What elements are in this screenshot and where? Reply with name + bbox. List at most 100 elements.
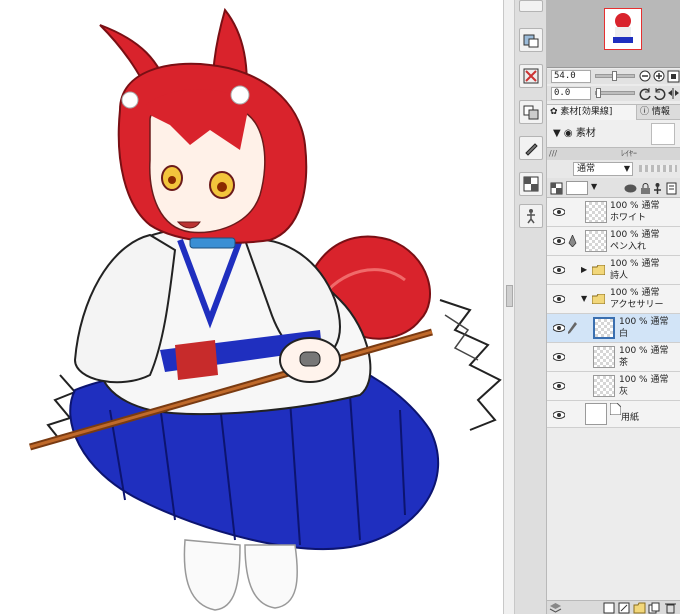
navigator-thumbnail[interactable] (604, 8, 642, 50)
layer-name: 灰 (619, 387, 629, 397)
layer-thumbnail (585, 201, 607, 223)
tab-info[interactable]: ⓘ 情報 (637, 105, 680, 120)
eye-icon[interactable] (553, 266, 565, 274)
transparency-lock-icon[interactable] (550, 182, 563, 195)
pen-icon (568, 235, 577, 247)
eye-icon[interactable] (553, 295, 565, 303)
navigator-preview[interactable] (547, 0, 680, 68)
layer-color-select[interactable] (566, 181, 588, 195)
canvas-vertical-scrollbar[interactable] (503, 0, 515, 614)
zoom-slider-knob[interactable] (612, 71, 617, 81)
sub-tool-detail-icon[interactable] (519, 64, 543, 88)
layer-opacity-mode: 100 % 通常 (619, 375, 669, 385)
rotate-value-field[interactable]: 0.0 (551, 87, 591, 100)
zoom-slider[interactable] (595, 71, 635, 81)
new-raster-layer-icon[interactable] (603, 602, 616, 614)
fit-screen-icon[interactable] (667, 70, 680, 83)
scrollbar-thumb[interactable] (506, 285, 513, 307)
right-panel: 54.0 0.0 ✿ 素材[効果線] ⓘ 情報 ▼ ◉ 素材 /// ﾚｲﾔｰ … (547, 0, 680, 614)
flip-horizontal-icon[interactable] (667, 87, 680, 100)
chevron-down-icon[interactable]: ▼ (553, 128, 561, 139)
chevron-down-icon: ▼ (623, 164, 630, 173)
layer-row[interactable]: 100 % 通常 茶 (547, 343, 680, 372)
rotate-right-icon[interactable] (653, 87, 666, 100)
new-folder-icon[interactable] (633, 602, 646, 614)
layer-list-empty-area (547, 428, 680, 600)
layer-folder-row[interactable]: ▼ 100 % 通常 アクセサリー (547, 285, 680, 314)
layer-panel-header: /// ﾚｲﾔｰ (547, 148, 680, 160)
pen-tool-icon[interactable] (519, 136, 543, 160)
material-globe-icon: ◉ (563, 128, 573, 139)
layer-thumbnail (593, 375, 615, 397)
layer-property-icon[interactable] (519, 100, 543, 124)
layer-opacity-mode: 100 % 通常 (610, 288, 660, 298)
folder-open-icon (592, 294, 605, 304)
delete-layer-icon[interactable] (664, 602, 677, 614)
expand-strip-button[interactable] (519, 0, 543, 12)
zoom-in-icon[interactable] (653, 70, 666, 83)
layer-opacity-mode: 100 % 通常 (610, 230, 660, 240)
materials-root-item[interactable]: ▼ ◉ 素材 (553, 127, 647, 141)
eye-icon[interactable] (553, 324, 565, 332)
layer-settings-icon[interactable] (665, 182, 678, 195)
layer-panel-footer (547, 600, 680, 614)
rotate-slider[interactable] (595, 88, 635, 98)
layer-toolbar: ▼ (547, 178, 680, 198)
chevron-right-icon[interactable]: ▶ (581, 265, 587, 274)
drawing-canvas[interactable] (0, 0, 503, 614)
chevron-down-icon[interactable]: ▼ (581, 294, 587, 303)
material-tab-icon: ✿ (550, 107, 561, 117)
folder-icon (592, 265, 605, 275)
layer-folder-row[interactable]: ▶ 100 % 通常 詩人 (547, 256, 680, 285)
rotate-slider-knob[interactable] (596, 88, 601, 98)
paper-color-swatch (585, 403, 607, 425)
materials-label: 素材 (575, 128, 596, 139)
material-tabs: ✿ 素材[効果線] ⓘ 情報 (547, 104, 680, 120)
zoom-value-field[interactable]: 54.0 (551, 70, 591, 83)
layer-name: 白 (619, 329, 629, 339)
eye-icon[interactable] (553, 237, 565, 245)
rotate-left-icon[interactable] (639, 87, 652, 100)
zoom-out-icon[interactable] (639, 70, 652, 83)
rotate-row: 0.0 (547, 86, 680, 101)
layer-name: アクセサリー (610, 300, 664, 310)
layer-opacity-mode: 100 % 通常 (610, 201, 660, 211)
eye-icon[interactable] (553, 382, 565, 390)
navigator-panel-icon[interactable] (519, 28, 543, 52)
layer-row[interactable]: 100 % 通常 灰 (547, 372, 680, 401)
tab-label: 素材[効果線] (560, 107, 613, 117)
layer-name: 茶 (619, 358, 629, 368)
layer-opacity-mode: 100 % 通常 (619, 317, 669, 327)
opacity-slider[interactable] (639, 165, 677, 172)
material-preview-box[interactable] (651, 123, 675, 145)
layer-header-marker: /// (549, 149, 558, 158)
layer-row[interactable]: 100 % 通常 ホワイト (547, 198, 680, 227)
mask-icon[interactable] (624, 182, 637, 195)
chevron-down-icon[interactable]: ▼ (591, 182, 597, 191)
blend-mode-select[interactable]: 通常 ▼ (573, 162, 633, 176)
3d-figure-icon[interactable] (519, 204, 543, 228)
new-vector-layer-icon[interactable] (618, 602, 631, 614)
layer-stack-icon[interactable] (549, 602, 562, 614)
eye-icon[interactable] (553, 353, 565, 361)
eye-icon[interactable] (553, 208, 565, 216)
eye-icon[interactable] (553, 411, 565, 419)
blend-mode-row: 通常 ▼ (547, 160, 680, 178)
reference-icon[interactable] (651, 182, 664, 195)
layer-name: ホワイト (610, 213, 647, 223)
paper-icon (610, 403, 621, 415)
layer-panel-title: ﾚｲﾔｰ (621, 149, 637, 158)
checker-pattern-icon[interactable] (519, 172, 543, 196)
pen-icon (568, 322, 577, 334)
layer-name: 用紙 (621, 413, 640, 423)
layer-thumbnail (593, 317, 615, 339)
layer-row-selected[interactable]: 100 % 通常 白 (547, 314, 680, 343)
blend-mode-value: 通常 (577, 164, 596, 174)
layer-opacity-mode: 100 % 通常 (619, 346, 669, 356)
layer-row[interactable]: 100 % 通常 ペン入れ (547, 227, 680, 256)
tab-materials-effect-lines[interactable]: ✿ 素材[効果線] (547, 105, 637, 120)
copy-layer-icon[interactable] (648, 602, 661, 614)
paper-layer-row[interactable]: 用紙 (547, 401, 680, 428)
tab-label: 情報 (651, 107, 670, 117)
character-illustration (29, 7, 502, 611)
